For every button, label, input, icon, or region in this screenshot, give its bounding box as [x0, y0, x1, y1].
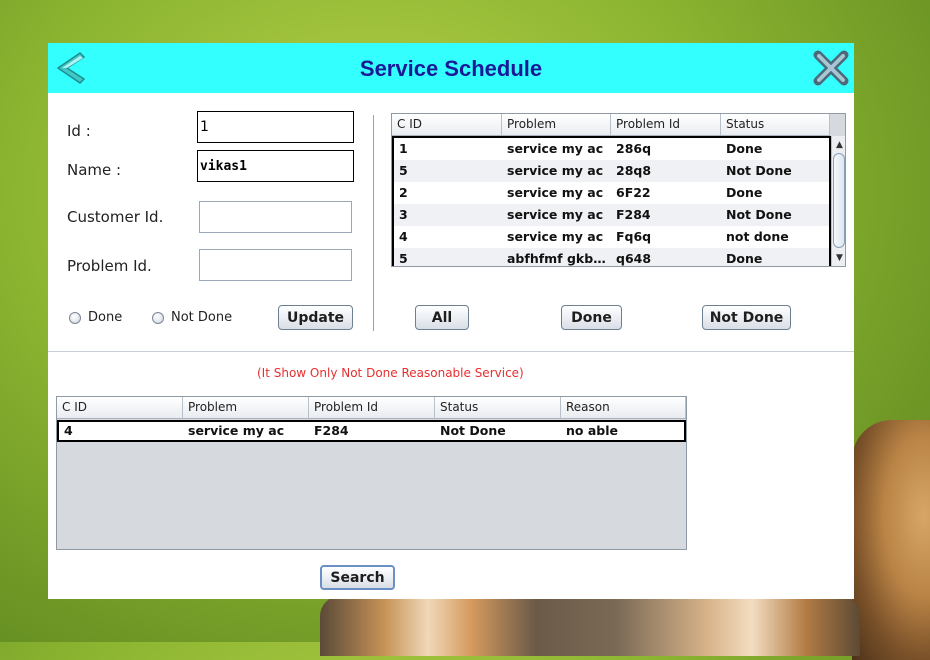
- col-header[interactable]: Status: [721, 114, 830, 135]
- id-field[interactable]: [197, 111, 354, 143]
- table-row[interactable]: 2 service my ac 6F22 Done: [394, 182, 829, 204]
- cell-status: Not Done: [440, 423, 506, 438]
- col-header[interactable]: Reason: [561, 397, 686, 418]
- col-header[interactable]: Problem: [183, 397, 309, 418]
- col-header[interactable]: C ID: [392, 114, 502, 135]
- customer-id-label: Customer Id.: [67, 208, 164, 226]
- cell-cid: 3: [399, 207, 408, 222]
- window-title: Service Schedule: [359, 56, 543, 81]
- cell-problem-id: F284: [616, 207, 651, 222]
- top-table-header: C ID Problem Problem Id Status: [392, 114, 830, 136]
- name-label: Name :: [67, 161, 122, 179]
- table-row[interactable]: 5 service my ac 28q8 Not Done: [394, 160, 829, 182]
- cell-status: Not Done: [726, 207, 792, 222]
- cell-problem: service my ac: [507, 229, 604, 244]
- info-note: (It Show Only Not Done Reasonable Servic…: [257, 366, 524, 380]
- service-schedule-window: Service Schedule Id : Name : Customer Id…: [48, 43, 854, 599]
- cell-problem-id: F284: [314, 423, 349, 438]
- cell-status: not done: [726, 229, 789, 244]
- scroll-down-icon[interactable]: ▼: [832, 251, 845, 265]
- close-x-icon: [813, 50, 849, 86]
- cell-problem-id: 6F22: [616, 185, 651, 200]
- cell-problem-id: 286q: [616, 141, 652, 156]
- update-button[interactable]: Update: [278, 305, 353, 330]
- done-filter-button[interactable]: Done: [561, 305, 622, 330]
- top-table-scrollbar[interactable]: ▲ ▼: [831, 136, 845, 266]
- cell-problem: service my ac: [507, 207, 604, 222]
- horizontal-divider: [48, 351, 854, 352]
- top-table: C ID Problem Problem Id Status 1 service…: [391, 113, 846, 267]
- done-radio[interactable]: Done: [69, 310, 122, 325]
- col-header[interactable]: Status: [435, 397, 561, 418]
- cell-problem: service my ac: [507, 163, 604, 178]
- cell-problem: service my ac: [507, 141, 604, 156]
- cell-problem-id: Fq6q: [616, 229, 652, 244]
- cell-problem-id: 28q8: [616, 163, 652, 178]
- not-done-radio[interactable]: Not Done: [152, 310, 232, 325]
- cell-problem: service my ac: [188, 423, 285, 438]
- close-button[interactable]: [810, 47, 852, 89]
- table-row[interactable]: 4 service my ac Fq6q not done: [394, 226, 829, 248]
- col-header[interactable]: C ID: [57, 397, 183, 418]
- id-label: Id :: [67, 122, 91, 140]
- cell-cid: 4: [399, 229, 408, 244]
- bottom-table-body: 4 service my ac F284 Not Done no able: [57, 420, 686, 442]
- col-header[interactable]: Problem: [502, 114, 611, 135]
- search-button[interactable]: Search: [320, 565, 395, 590]
- cell-problem-id: q648: [616, 251, 652, 266]
- cell-problem: service my ac: [507, 185, 604, 200]
- name-field[interactable]: [197, 150, 354, 182]
- vertical-divider: [373, 115, 374, 331]
- customer-id-field[interactable]: [199, 201, 352, 233]
- radio-circle-icon: [69, 311, 81, 324]
- cell-cid: 2: [399, 185, 408, 200]
- not-done-filter-button[interactable]: Not Done: [702, 305, 791, 330]
- cell-cid: 5: [399, 251, 408, 266]
- cell-problem: abfhfmf gkbjg ...: [507, 251, 611, 266]
- cell-status: Done: [726, 251, 763, 266]
- radio-circle-icon: [152, 311, 164, 324]
- col-header[interactable]: Problem Id: [309, 397, 435, 418]
- title-bar: Service Schedule: [48, 43, 854, 93]
- cell-status: Done: [726, 185, 763, 200]
- table-row[interactable]: 3 service my ac F284 Not Done: [394, 204, 829, 226]
- cell-reason: no able: [566, 423, 618, 438]
- problem-id-field[interactable]: [199, 249, 352, 281]
- problem-id-label: Problem Id.: [67, 257, 152, 275]
- cell-cid: 1: [399, 141, 408, 156]
- bottom-table-header: C ID Problem Problem Id Status Reason: [57, 397, 686, 419]
- table-row[interactable]: 1 service my ac 286q Done: [394, 138, 829, 160]
- cell-cid: 4: [64, 423, 73, 438]
- all-button[interactable]: All: [415, 305, 469, 330]
- done-radio-label: Done: [88, 310, 123, 325]
- not-done-radio-label: Not Done: [171, 310, 233, 325]
- table-row[interactable]: 5 abfhfmf gkbjg ... q648 Done: [394, 248, 829, 266]
- cell-cid: 5: [399, 163, 408, 178]
- cell-status: Not Done: [726, 163, 792, 178]
- table-row[interactable]: 4 service my ac F284 Not Done no able: [59, 422, 684, 440]
- bottom-table: C ID Problem Problem Id Status Reason 4 …: [56, 396, 687, 550]
- top-table-body: 1 service my ac 286q Done 5 service my a…: [392, 136, 831, 266]
- wallpaper-paws: [320, 596, 860, 656]
- scroll-thumb[interactable]: [833, 153, 845, 248]
- wallpaper-cat: [852, 420, 930, 660]
- scroll-up-icon[interactable]: ▲: [832, 138, 845, 152]
- col-header[interactable]: Problem Id: [611, 114, 721, 135]
- cell-status: Done: [726, 141, 763, 156]
